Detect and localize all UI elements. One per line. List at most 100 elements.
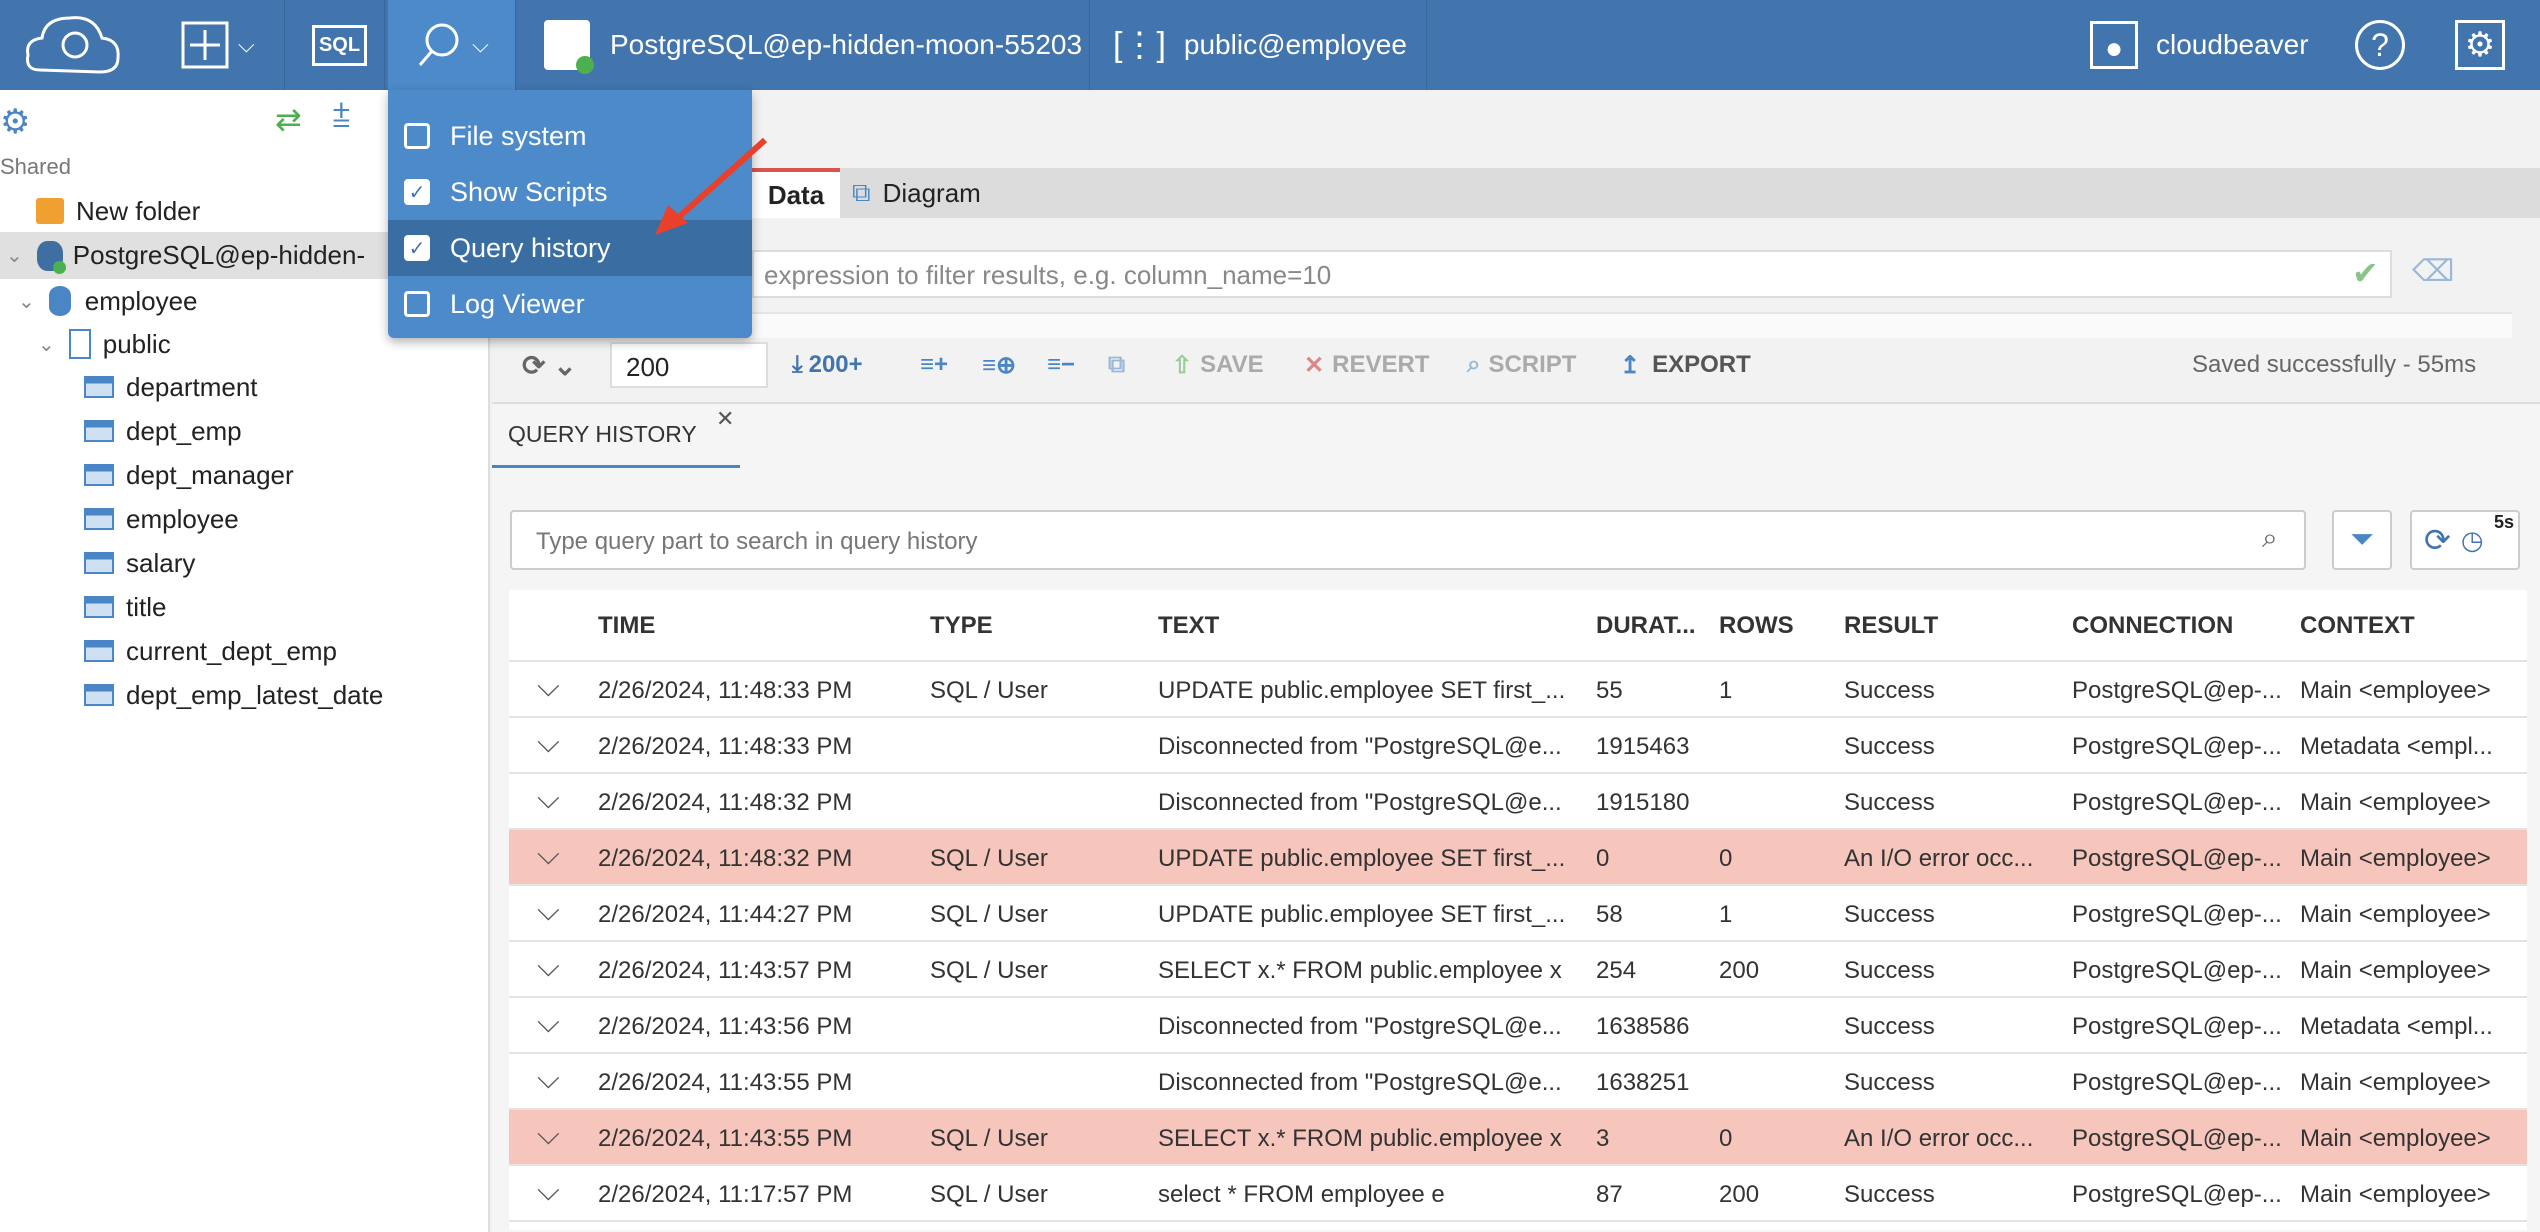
cell-text: Disconnected from "PostgreSQL@e... [1158,733,1562,760]
cell-context: Metadata <empl... [2300,733,2493,760]
checkbox-icon[interactable]: ✓ [404,235,430,261]
new-button[interactable]: ⌵ [180,0,285,90]
cloudbeaver-logo[interactable] [20,0,160,90]
table-row[interactable]: ⌵ 2/26/2024, 11:43:56 PM Disconnected from… [509,998,2527,1054]
table-row[interactable]: ⌵ 2/26/2024, 11:48:32 PM Disconnected from… [509,774,2527,830]
auto-refresh-button[interactable]: ⟳ ◷ 5s [2410,510,2520,570]
fetch-more-button[interactable]: ⤓ 200+ [792,340,863,390]
plus-icon [181,21,229,69]
checkbox-icon[interactable] [404,123,430,149]
table-row[interactable]: ⌵ 2/26/2024, 11:48:32 PM SQL / User UPDATE … [509,830,2527,886]
table-label: dept_emp_latest_date [126,679,384,710]
link-sync-icon[interactable]: ⇄ [275,100,302,138]
cell-durat: 3 [1596,1125,1610,1152]
copy-row-icon[interactable]: ⧉ [1108,340,1125,390]
collapse-all-icon[interactable]: ⩲ [332,98,351,136]
tree-item-view[interactable]: dept_emp_latest_date [84,673,383,717]
tree-item-table[interactable]: department [84,365,258,409]
query-history-table: TIME TYPE TEXT DURAT... ROWS RESULT CONNECTION… [509,590,2527,1230]
tree-item-view[interactable]: current_dept_emp [84,629,337,673]
fetch-size-input[interactable]: 200 [610,342,768,388]
tree-item-table[interactable]: title [84,585,166,629]
eraser-icon[interactable]: ⌫ [2412,254,2454,289]
filter-button[interactable]: ⏷ [2332,510,2392,570]
column-header[interactable]: RESULT [1844,612,1938,640]
tree-item-table[interactable]: employee [84,497,239,541]
sql-editor-button[interactable]: SQL [295,0,385,90]
add-row-icon[interactable]: ≡+ [920,340,948,390]
script-button[interactable]: ⌕ SCRIPT [1467,340,1576,390]
table-icon [84,508,114,530]
table-row[interactable]: ⌵ 2/26/2024, 11:48:33 PM SQL / User UPDATE … [509,662,2527,718]
table-icon [84,552,114,574]
close-icon[interactable]: ✕ [716,406,734,432]
column-header[interactable]: DURAT... [1596,612,1696,640]
help-button[interactable]: ? [2355,0,2415,90]
cell-text: UPDATE public.employee SET first_... [1158,677,1566,704]
table-row[interactable]: ⌵ 2/26/2024, 11:43:55 PM Disconnected from… [509,1054,2527,1110]
tree-item-database[interactable]: ⌄ employee [18,279,198,323]
tools-menu-button[interactable]: ⌵ [388,0,516,90]
expand-chevron-icon[interactable]: ⌵ [537,1174,560,1208]
expand-chevron-icon[interactable]: ⌵ [537,894,560,928]
expand-chevron-icon[interactable]: ⌵ [537,782,560,816]
view-icon [84,684,114,706]
export-button[interactable]: ↥ EXPORT [1620,340,1751,390]
cell-type: SQL / User [930,1181,1048,1208]
cell-result: Success [1844,1013,1935,1040]
cell-context: Main <employee> [2300,1181,2491,1208]
table-row[interactable]: ⌵ 2/26/2024, 11:43:55 PM SQL / User SELECT … [509,1110,2527,1166]
annotation-arrow [655,137,768,235]
history-search-input[interactable]: Type query part to search in query histo… [510,510,2306,570]
cell-time: 2/26/2024, 11:48:32 PM [598,789,853,816]
gear-icon[interactable]: ⚙ [0,102,30,142]
script-label: SCRIPT [1488,351,1577,378]
save-button[interactable]: ⇧ SAVE [1172,340,1264,390]
column-header[interactable]: CONTEXT [2300,612,2415,640]
expand-chevron-icon[interactable]: ⌵ [537,950,560,984]
expand-chevron-icon[interactable]: ⌵ [537,670,560,704]
filter-input[interactable]: expression to filter results, e.g. colum… [752,250,2392,298]
timer-icon: ◷ [2460,524,2484,555]
cell-connection: PostgreSQL@ep-... [2072,1125,2282,1152]
tab-diagram[interactable]: ⧉ Diagram [852,168,981,218]
duplicate-row-icon[interactable]: ≡⊕ [982,340,1016,390]
tab-query-history[interactable]: QUERY HISTORY [492,404,740,468]
delete-row-icon[interactable]: ≡− [1047,340,1075,390]
cell-text: UPDATE public.employee SET first_... [1158,845,1566,872]
expand-chevron-icon[interactable]: ⌵ [537,1006,560,1040]
expand-chevron-icon[interactable]: ⌵ [537,1118,560,1152]
column-header[interactable]: ROWS [1719,612,1794,640]
expand-chevron-icon[interactable]: ⌵ [537,1062,560,1096]
table-row[interactable]: ⌵ 2/26/2024, 11:48:33 PM Disconnected from… [509,718,2527,774]
table-row[interactable]: ⌵ 2/26/2024, 11:17:57 PM SQL / User select … [509,1166,2527,1222]
column-header[interactable]: TIME [598,612,655,640]
settings-button[interactable]: ⚙ [2455,0,2515,90]
tree-item-schema[interactable]: ⌄ public [38,322,171,366]
tree-item-new-folder[interactable]: New folder [36,189,200,233]
table-row[interactable]: ⌵ 2/26/2024, 11:44:27 PM SQL / User UPDATE … [509,886,2527,942]
user-menu[interactable]: ● cloudbeaver [2090,0,2340,90]
tree-item-table[interactable]: dept_emp [84,409,242,453]
refresh-dropdown[interactable]: ⟳ ⌄ [522,340,577,390]
tree-item-table[interactable]: salary [84,541,195,585]
menu-item-log-viewer[interactable]: Log Viewer [388,276,752,332]
table-row[interactable]: ⌵ 2/26/2024, 11:43:57 PM SQL / User SELECT … [509,942,2527,998]
checkbox-icon[interactable]: ✓ [404,179,430,205]
apply-filter-icon[interactable]: ✔ [2352,254,2379,292]
chevron-down-icon: ⌵ [472,32,489,57]
column-header[interactable]: TEXT [1158,612,1219,640]
schema-selector[interactable]: [⋮] public@employee [1095,0,1427,90]
revert-button[interactable]: ✕ REVERT [1304,340,1429,390]
cell-rows: 200 [1719,957,1760,984]
expand-chevron-icon[interactable]: ⌵ [537,838,560,872]
menu-item-label: Log Viewer [450,288,585,319]
expand-chevron-icon[interactable]: ⌵ [537,726,560,760]
connection-selector[interactable]: PostgreSQL@ep-hidden-moon-55203 [530,0,1090,90]
cell-connection: PostgreSQL@ep-... [2072,1069,2282,1096]
cell-result: An I/O error occ... [1844,1125,2034,1152]
column-header[interactable]: CONNECTION [2072,612,2233,640]
column-header[interactable]: TYPE [930,612,993,640]
checkbox-icon[interactable] [404,291,430,317]
tree-item-table[interactable]: dept_manager [84,453,294,497]
